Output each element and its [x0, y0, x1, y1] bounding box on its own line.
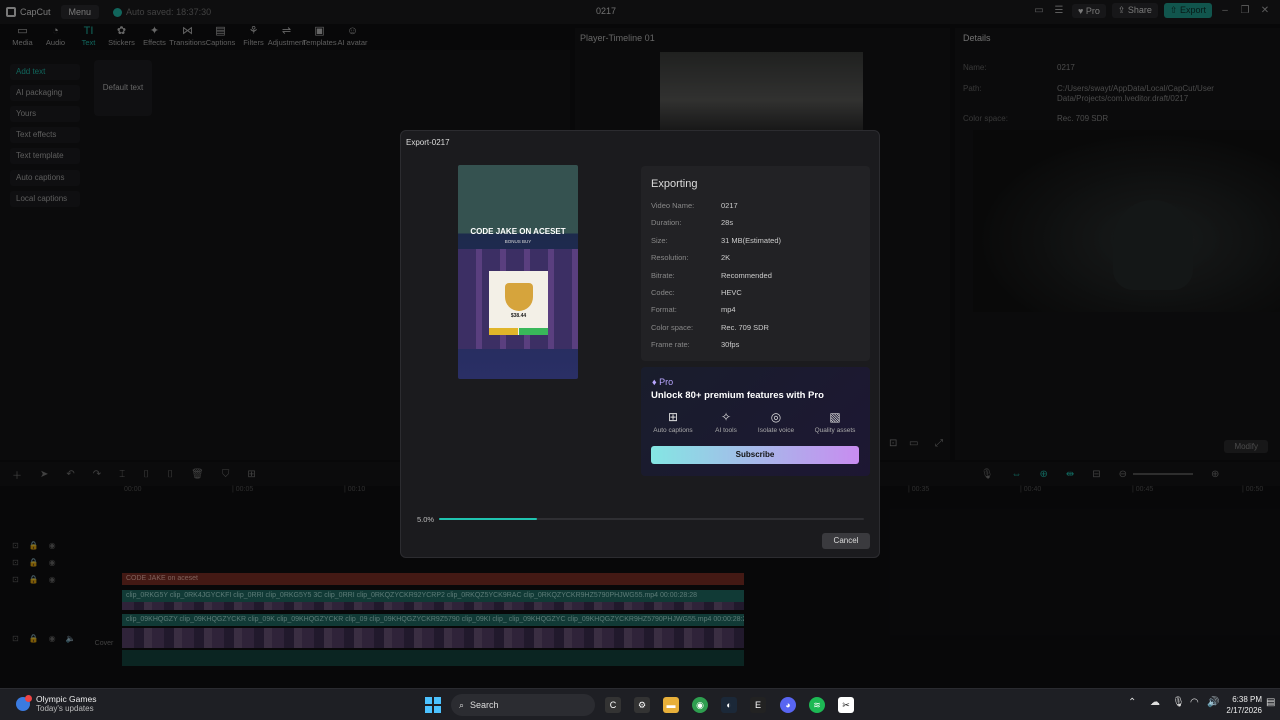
- export-field-label: Resolution:: [651, 253, 689, 263]
- news-icon: [16, 695, 32, 711]
- diamond-icon: ♦: [652, 377, 657, 387]
- feature-label: Isolate voice: [757, 427, 795, 434]
- clock-date: 2/17/2026: [1226, 706, 1262, 715]
- pro-tag-label: Pro: [659, 377, 674, 387]
- preview-card-btn-1: [489, 328, 518, 335]
- export-dialog-title: Export-0217: [406, 138, 450, 147]
- epic-games-icon[interactable]: E: [750, 697, 766, 713]
- export-field-value: 0217: [721, 201, 738, 210]
- export-preview-thumbnail: CODE JAKE ON ACESET BONUS BUY $38.44: [458, 165, 578, 379]
- discord-icon[interactable]: ◕: [780, 697, 796, 713]
- export-field-value: 30fps: [721, 340, 740, 350]
- pro-feature-auto-captions: ⊞ Auto captions: [645, 410, 701, 434]
- preview-bonus-card: $38.44: [489, 271, 548, 335]
- preview-price: $38.44: [510, 313, 527, 319]
- feature-icon: ✧: [720, 410, 732, 424]
- export-field-value: 28s: [721, 218, 734, 228]
- windows-taskbar: Olympic Games Today's updates ⌕ Search C ⚙…: [0, 688, 1280, 720]
- export-field-label: Codec:: [651, 288, 675, 297]
- volume-icon[interactable]: 🔊: [1207, 697, 1219, 708]
- search-icon: ⌕: [459, 699, 465, 710]
- export-field-value: mp4: [721, 305, 736, 315]
- export-field-label: Duration:: [651, 218, 682, 228]
- pro-headline: Unlock 80+ premium features with Pro: [651, 390, 824, 401]
- export-field-label: Video Name:: [651, 201, 695, 210]
- export-progress-fill: [439, 518, 537, 520]
- export-info-panel: Exporting Video Name: 0217 Duration: 28s Siz…: [641, 166, 870, 361]
- subscribe-button[interactable]: Subscribe: [651, 446, 859, 464]
- pro-feature-quality-assets: ▧ Quality assets: [807, 410, 863, 434]
- settings-taskbar-icon[interactable]: ⚙: [634, 697, 650, 713]
- feature-icon: ▧: [829, 410, 841, 424]
- spotify-icon[interactable]: ≋: [809, 697, 825, 713]
- feature-label: AI tools: [715, 427, 737, 434]
- file-explorer-icon[interactable]: ▬: [663, 697, 679, 713]
- export-field-value: 2K: [721, 253, 731, 263]
- pro-tag: ♦ Pro: [652, 377, 673, 387]
- feature-icon: ◎: [770, 410, 782, 424]
- export-field-value: HEVC: [721, 288, 742, 297]
- pro-feature-isolate-voice: ◎ Isolate voice: [748, 410, 804, 434]
- preview-caption: CODE JAKE ON ACESET: [470, 227, 566, 236]
- tray-overflow-icon[interactable]: ⌃: [1128, 697, 1136, 708]
- exporting-heading: Exporting: [651, 178, 698, 190]
- cancel-button[interactable]: Cancel: [822, 533, 870, 549]
- feature-label: Quality assets: [814, 427, 856, 434]
- export-field-label: Size:: [651, 235, 668, 245]
- wifi-icon[interactable]: ◠: [1190, 697, 1199, 708]
- export-dialog: Export-0217 CODE JAKE ON ACESET BONUS BU…: [400, 130, 880, 558]
- feature-label: Auto captions: [653, 427, 693, 434]
- news-widget[interactable]: Olympic Games Today's updates: [16, 694, 96, 714]
- preview-badge-icon: [505, 283, 533, 311]
- pro-upsell-panel: ♦ Pro Unlock 80+ premium features with P…: [641, 367, 870, 476]
- news-subtitle: Today's updates: [36, 704, 94, 713]
- start-button[interactable]: [425, 697, 441, 713]
- export-field-value: Rec. 709 SDR: [721, 322, 769, 332]
- export-progress-label: 5.0%: [417, 515, 435, 524]
- export-field-label: Bitrate:: [651, 270, 675, 280]
- clock-time: 6:38 PM: [1232, 695, 1262, 704]
- news-title: Olympic Games: [36, 694, 97, 704]
- export-field-value: 31 MB(Estimated): [721, 235, 782, 245]
- search-placeholder: Search: [470, 700, 499, 710]
- export-field-value: Recommended: [721, 270, 772, 280]
- microphone-tray-icon[interactable]: 🎙: [1172, 697, 1185, 708]
- capcut-app-icon[interactable]: ✂: [838, 697, 854, 713]
- export-field-label: Frame rate:: [651, 340, 690, 350]
- system-clock[interactable]: 6:38 PM 2/17/2026: [1222, 694, 1262, 716]
- export-progress-bar: [439, 518, 864, 520]
- chrome-icon[interactable]: ◉: [692, 697, 708, 713]
- cloud-icon[interactable]: ☁: [1150, 697, 1160, 708]
- preview-card-btn-2: [519, 328, 548, 335]
- taskbar-search[interactable]: ⌕ Search: [451, 694, 595, 716]
- export-field-label: Color space:: [651, 322, 694, 332]
- capcut-taskbar-icon[interactable]: C: [605, 697, 621, 713]
- pro-feature-ai-tools: ✧ AI tools: [698, 410, 754, 434]
- notification-icon[interactable]: ▤: [1266, 697, 1275, 708]
- export-field-label: Format:: [651, 305, 677, 315]
- feature-icon: ⊞: [667, 410, 679, 424]
- preview-subcaption: BONUS BUY: [504, 239, 532, 244]
- steam-icon[interactable]: ◐: [721, 697, 737, 713]
